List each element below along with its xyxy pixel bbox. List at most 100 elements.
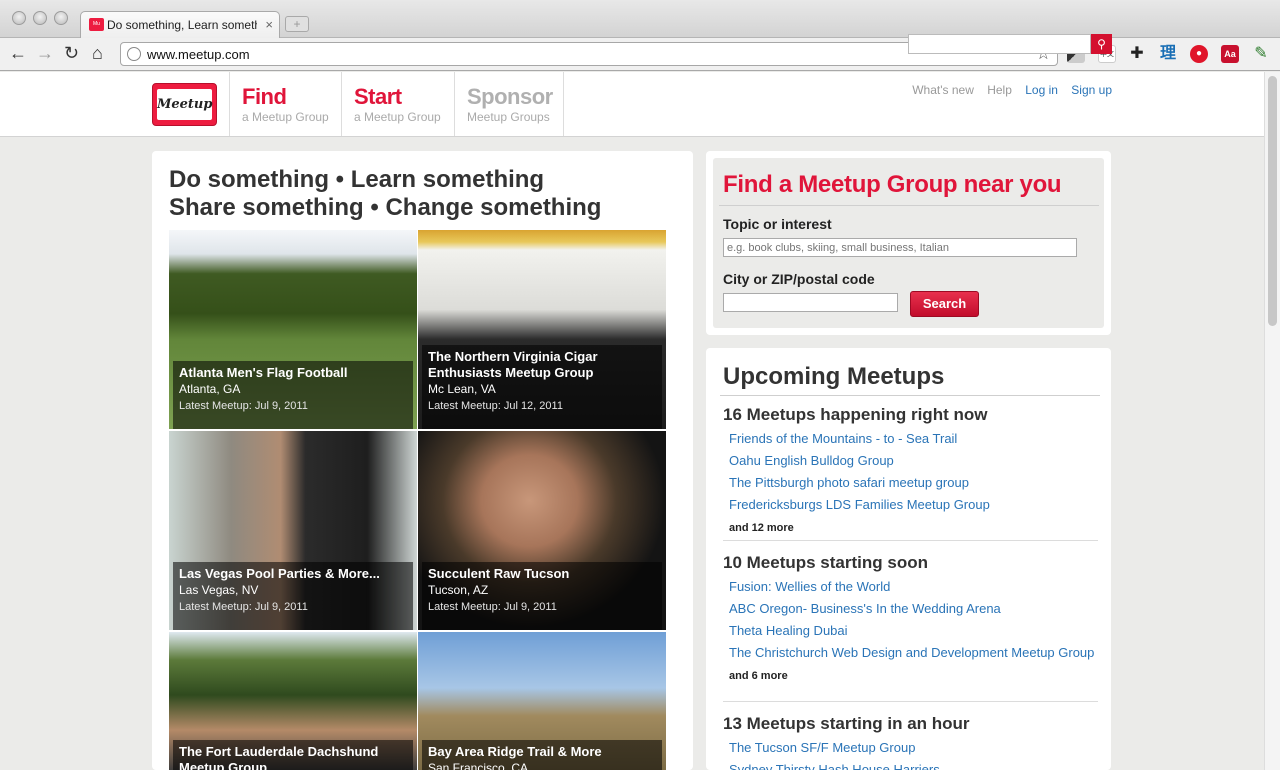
meetup-link[interactable]: Friends of the Mountains - to - Sea Trai… [723, 428, 1098, 450]
tile-title[interactable]: Atlanta Men's Flag Football [179, 365, 407, 381]
acrobat-icon[interactable]: Aa [1221, 45, 1239, 63]
new-tab-button[interactable]: + [285, 16, 309, 32]
city-input[interactable] [723, 293, 898, 312]
nav-start-title: Start [354, 84, 402, 109]
nav-find[interactable]: Find a Meetup Group [229, 72, 342, 136]
tile-caption: The Northern Virginia Cigar Enthusiasts … [422, 345, 662, 429]
meetup-tile[interactable]: Bay Area Ridge Trail & More San Francisc… [418, 632, 666, 770]
tile-title[interactable]: The Northern Virginia Cigar Enthusiasts … [428, 349, 656, 381]
upcoming-group: 16 Meetups happening right now Friends o… [723, 405, 1098, 534]
tile-date: Latest Meetup: Jul 9, 2011 [179, 601, 308, 613]
meetup-link[interactable]: Fredericksburgs LDS Families Meetup Grou… [723, 494, 1098, 516]
home-button[interactable]: ⌂ [92, 44, 103, 62]
logo-text: Meetup [157, 89, 212, 120]
hero-line-1: Do something • Learn something [169, 166, 545, 193]
puzzle-icon[interactable]: ✚ [1128, 45, 1146, 63]
topic-input[interactable] [723, 238, 1077, 257]
more-link[interactable]: and 6 more [723, 664, 1098, 682]
nav-start-subtitle: a Meetup Group [354, 110, 441, 124]
dictionary-icon[interactable]: 理 [1159, 45, 1177, 63]
tile-location: Tucson, AZ [428, 583, 489, 597]
upcoming-title: Upcoming Meetups [723, 363, 945, 390]
whats-new-link[interactable]: What's new [912, 83, 974, 97]
signup-link[interactable]: Sign up [1071, 83, 1112, 97]
meetup-tile[interactable]: Las Vegas Pool Parties & More... Las Veg… [169, 431, 417, 630]
nav-start[interactable]: Start a Meetup Group [342, 72, 455, 136]
nav-sponsor[interactable]: Sponsor Meetup Groups [455, 72, 564, 136]
close-window-button[interactable] [12, 11, 26, 25]
tile-date: Latest Meetup: Jul 9, 2011 [428, 601, 557, 613]
meetup-link[interactable]: Sydney Thirsty Hash House Harriers [723, 759, 1098, 770]
tile-location: San Francisco, CA [428, 761, 529, 770]
divider [723, 540, 1098, 541]
scrollbar-thumb[interactable] [1268, 76, 1277, 326]
find-group-title: Find a Meetup Group near you [723, 171, 1062, 198]
meetup-link[interactable]: The Pittsburgh photo safari meetup group [723, 472, 1098, 494]
browser-tab[interactable]: Mu Do something, Learn something × [80, 11, 280, 39]
globe-icon [127, 47, 141, 61]
tile-location: Mc Lean, VA [428, 382, 496, 396]
meetup-favicon-icon: Mu [89, 18, 104, 31]
tile-caption: Atlanta Men's Flag Football Atlanta, GA … [173, 361, 413, 429]
zoom-window-button[interactable] [54, 11, 68, 25]
meetup-tile[interactable]: Succulent Raw Tucson Tucson, AZ Latest M… [418, 431, 666, 630]
tile-title[interactable]: Las Vegas Pool Parties & More... [179, 566, 407, 582]
minimize-window-button[interactable] [33, 11, 47, 25]
hero-headline: Do something • Learn something Share som… [169, 166, 601, 222]
upcoming-group: 10 Meetups starting soon Fusion: Wellies… [723, 553, 1098, 682]
tile-date: Latest Meetup: Jul 12, 2011 [428, 400, 563, 412]
tile-caption: Succulent Raw Tucson Tucson, AZ Latest M… [422, 562, 662, 630]
tile-date: Latest Meetup: Jul 9, 2011 [179, 400, 308, 412]
header-links: What's new Help Log in Sign up [902, 83, 1112, 97]
reload-button[interactable]: ↻ [64, 44, 79, 62]
tile-title[interactable]: The Fort Lauderdale Dachshund Meetup Gro… [179, 744, 407, 770]
city-label: City or ZIP/postal code [723, 271, 875, 287]
tile-caption: The Fort Lauderdale Dachshund Meetup Gro… [173, 740, 413, 770]
more-link[interactable]: and 12 more [723, 516, 1098, 534]
help-link[interactable]: Help [987, 83, 1012, 97]
meetup-tile[interactable]: Atlanta Men's Flag Football Atlanta, GA … [169, 230, 417, 429]
browser-titlebar: Mu Do something, Learn something × + [0, 0, 1280, 39]
upcoming-meetups-panel: Upcoming Meetups 16 Meetups happening ri… [706, 348, 1111, 770]
group-heading: 10 Meetups starting soon [723, 553, 928, 572]
tile-caption: Bay Area Ridge Trail & More San Francisc… [422, 740, 662, 770]
page-scrollbar[interactable] [1264, 72, 1280, 770]
address-url[interactable]: www.meetup.com [147, 47, 250, 62]
upcoming-group: 13 Meetups starting in an hour The Tucso… [723, 714, 1098, 770]
tile-caption: Las Vegas Pool Parties & More... Las Veg… [173, 562, 413, 630]
meetup-logo[interactable]: Meetup [152, 83, 217, 126]
site-search-input[interactable] [908, 34, 1091, 54]
search-button[interactable]: Search [910, 291, 979, 317]
group-heading: 16 Meetups happening right now [723, 405, 988, 424]
find-group-panel: Find a Meetup Group near you Topic or in… [706, 151, 1111, 335]
meetup-link[interactable]: The Tucson SF/F Meetup Group [723, 737, 1098, 759]
meetup-tile[interactable]: The Fort Lauderdale Dachshund Meetup Gro… [169, 632, 417, 770]
nav-sponsor-title: Sponsor [467, 84, 553, 109]
login-link[interactable]: Log in [1025, 83, 1058, 97]
meetup-link[interactable]: Fusion: Wellies of the World [723, 576, 1098, 598]
meetup-link[interactable]: Theta Healing Dubai [723, 620, 1098, 642]
divider [723, 701, 1098, 702]
back-button[interactable]: ← [9, 44, 27, 62]
search-icon[interactable]: ⚲ [1091, 34, 1112, 54]
tile-location: Las Vegas, NV [179, 583, 259, 597]
tile-title[interactable]: Bay Area Ridge Trail & More [428, 744, 656, 760]
tab-close-icon[interactable]: × [265, 17, 273, 32]
nav-find-title: Find [242, 84, 287, 109]
tile-title[interactable]: Succulent Raw Tucson [428, 566, 656, 582]
meetup-link[interactable]: The Christchurch Web Design and Developm… [723, 642, 1098, 664]
wrench-icon[interactable]: ✎ [1252, 45, 1270, 63]
divider [719, 205, 1099, 206]
group-heading: 13 Meetups starting in an hour [723, 714, 970, 733]
topic-label: Topic or interest [723, 216, 832, 232]
tile-location: Atlanta, GA [179, 382, 241, 396]
forward-button[interactable]: → [36, 44, 54, 62]
stop-icon[interactable]: ● [1190, 45, 1208, 63]
find-group-form: Find a Meetup Group near you Topic or in… [713, 158, 1104, 328]
meetup-tile[interactable]: The Northern Virginia Cigar Enthusiasts … [418, 230, 666, 429]
meetup-link[interactable]: ABC Oregon- Business's In the Wedding Ar… [723, 598, 1098, 620]
tab-title: Do something, Learn something [107, 18, 257, 32]
nav-sponsor-subtitle: Meetup Groups [467, 110, 550, 124]
meetup-link[interactable]: Oahu English Bulldog Group [723, 450, 1098, 472]
hero-panel: Do something • Learn something Share som… [152, 151, 693, 770]
